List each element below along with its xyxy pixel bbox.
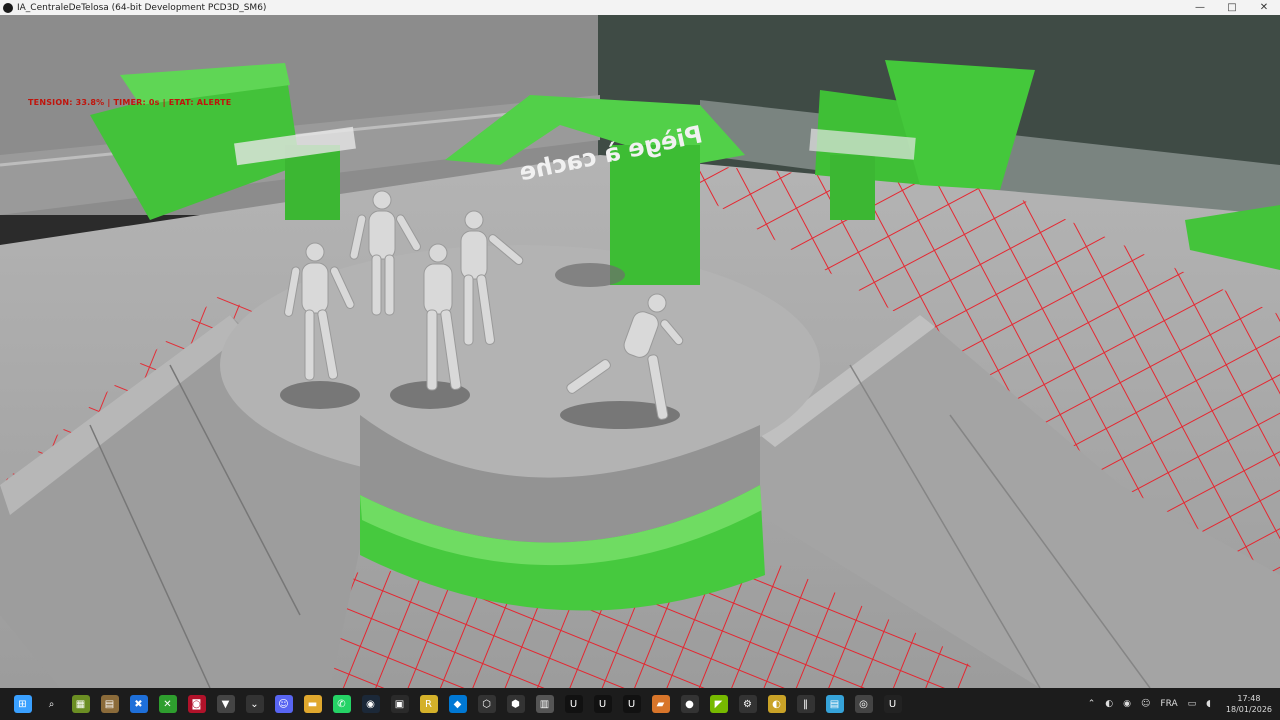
discord-icon[interactable]: ☺ xyxy=(274,695,293,713)
app-blue-icon[interactable]: ✖ xyxy=(129,695,148,713)
app-r-icon[interactable]: R xyxy=(419,695,438,713)
taskbar-icons: ⊞ ⌕ ▦ ▤ ✖ ✕ ◙ ▼ ⌄ ☺ ▬ ✆ ◉ ▣ R ◆ ⬡ ⬢ ▥ U U U ▰ ● ◤ ⚙ ◐ ‖ ▤ ◎ U xyxy=(0,695,907,713)
folder-icon[interactable]: ▬ xyxy=(303,695,322,713)
window-titlebar: IA_CentraleDeTelosa (64-bit Development … xyxy=(0,0,1280,15)
tray-discord-icon[interactable]: ☺ xyxy=(1141,699,1150,709)
unreal-icon-3[interactable]: U xyxy=(622,695,641,713)
terminal-icon[interactable]: ▣ xyxy=(390,695,409,713)
taskbar-clock[interactable]: 17:48 18/01/2026 xyxy=(1226,693,1272,715)
tray-steam-icon[interactable]: ◉ xyxy=(1123,699,1131,709)
minimize-button[interactable]: — xyxy=(1184,0,1216,15)
unreal-icon[interactable]: U xyxy=(564,695,583,713)
steam-icon[interactable]: ◉ xyxy=(361,695,380,713)
search-icon[interactable]: ⌕ xyxy=(42,695,61,713)
windows-taskbar: ⊞ ⌕ ▦ ▤ ✖ ✕ ◙ ▼ ⌄ ☺ ▬ ✆ ◉ ▣ R ◆ ⬡ ⬢ ▥ U U U ▰ ● ◤ ⚙ ◐ ‖ ▤ ◎ U ⌃ ◐ ◉ ☺ … xyxy=(0,688,1280,720)
app-red-icon[interactable]: ◙ xyxy=(187,695,206,713)
tray-app-icon[interactable]: ◐ xyxy=(1105,699,1113,709)
network-icon[interactable]: ▭ xyxy=(1188,699,1197,709)
volume-icon[interactable]: ◖ xyxy=(1206,699,1211,709)
tray-language[interactable]: FRA xyxy=(1160,699,1177,709)
game-viewport[interactable]: Piège à cache TENSION: 33.8% | TIMER: 0s… xyxy=(0,15,1280,688)
whatsapp-icon[interactable]: ✆ xyxy=(332,695,351,713)
game-scene: Piège à cache xyxy=(0,15,1280,688)
unreal-icon-2[interactable]: U xyxy=(593,695,612,713)
app-cube-icon[interactable]: ⬢ xyxy=(506,695,525,713)
unreal-app-icon xyxy=(3,2,13,13)
vscode-icon[interactable]: ◆ xyxy=(448,695,467,713)
maximize-button[interactable]: □ xyxy=(1216,0,1248,15)
window-title: IA_CentraleDeTelosa (64-bit Development … xyxy=(17,2,267,13)
app-orange-icon[interactable]: ▰ xyxy=(651,695,670,713)
unreal-active-icon[interactable]: U xyxy=(883,695,902,713)
app-hex-icon[interactable]: ⬡ xyxy=(477,695,496,713)
close-button[interactable]: ✕ xyxy=(1248,0,1280,15)
notepad-icon[interactable]: ▤ xyxy=(825,695,844,713)
app-chevron-icon[interactable]: ⌄ xyxy=(245,695,264,713)
clock-date: 18/01/2026 xyxy=(1225,705,1272,714)
app-ball-icon[interactable]: ● xyxy=(680,695,699,713)
clock-time: 17:48 xyxy=(1237,694,1261,703)
tray-chevron-icon[interactable]: ⌃ xyxy=(1088,699,1096,709)
windows-start-icon[interactable]: ⊞ xyxy=(13,695,32,713)
file-explorer-alt-icon[interactable]: ▤ xyxy=(100,695,119,713)
green-pillar-right xyxy=(830,155,875,220)
app-v-icon[interactable]: ▼ xyxy=(216,695,235,713)
app-grid-icon[interactable]: ▥ xyxy=(535,695,554,713)
app-yellow-icon[interactable]: ◐ xyxy=(767,695,786,713)
app-bar-icon[interactable]: ‖ xyxy=(796,695,815,713)
nvidia-icon[interactable]: ◤ xyxy=(709,695,728,713)
app-record-icon[interactable]: ◎ xyxy=(854,695,873,713)
green-pillar-center xyxy=(610,145,700,285)
minecraft-icon[interactable]: ▦ xyxy=(71,695,90,713)
settings-icon[interactable]: ⚙ xyxy=(738,695,757,713)
hud-status-text: TENSION: 33.8% | TIMER: 0s | ETAT: ALERT… xyxy=(28,98,232,107)
system-tray: ⌃ ◐ ◉ ☺ FRA ▭ ◖ 17:48 18/01/2026 xyxy=(1083,688,1272,720)
xbox-icon[interactable]: ✕ xyxy=(158,695,177,713)
